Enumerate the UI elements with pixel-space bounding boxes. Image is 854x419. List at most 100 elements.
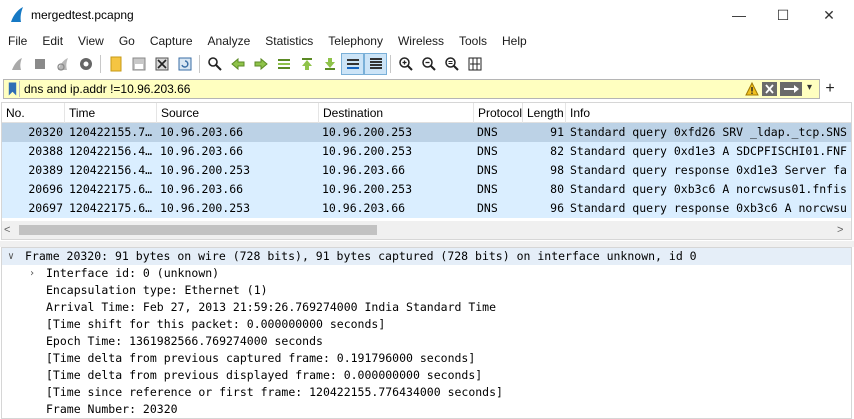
- tree-item[interactable]: Frame Number: 20320: [2, 401, 851, 418]
- open-file-icon: [110, 56, 121, 72]
- normal-size-button[interactable]: [440, 53, 463, 75]
- capture-options-button[interactable]: [74, 53, 97, 75]
- clear-filter-button[interactable]: [762, 82, 777, 96]
- toolbar-separator: [390, 55, 391, 73]
- column-header-time[interactable]: Time: [65, 103, 157, 123]
- column-header-source[interactable]: Source: [157, 103, 319, 123]
- reload-file-icon: [178, 57, 191, 71]
- find-packet-button[interactable]: [203, 53, 226, 75]
- go-to-packet-button[interactable]: [272, 53, 295, 75]
- horizontal-scrollbar[interactable]: < >: [2, 221, 851, 239]
- table-row[interactable]: 20388 120422156.4… 10.96.203.66 10.96.20…: [2, 142, 851, 161]
- filter-history-dropdown[interactable]: ▾: [807, 82, 812, 93]
- column-header-length[interactable]: Length: [523, 103, 566, 123]
- collapsed-arrow-icon[interactable]: ›: [29, 265, 41, 282]
- table-row[interactable]: 20697 120422175.6… 10.96.200.253 10.96.2…: [2, 199, 851, 218]
- tree-item[interactable]: Arrival Time: Feb 27, 2013 21:59:26.7692…: [2, 299, 851, 316]
- save-file-button[interactable]: [127, 53, 150, 75]
- tree-item[interactable]: › Interface id: 0 (unknown): [2, 265, 851, 282]
- arrow-right-icon: [784, 85, 799, 93]
- menu-wireless[interactable]: Wireless: [390, 31, 451, 51]
- menu-file[interactable]: File: [0, 31, 34, 51]
- menu-go[interactable]: Go: [111, 31, 142, 51]
- capture-options-icon: [79, 58, 92, 70]
- menu-tools[interactable]: Tools: [451, 31, 494, 51]
- packet-details-tree[interactable]: ∨ Frame 20320: 91 bytes on wire (728 bit…: [1, 247, 852, 419]
- display-filter-input[interactable]: dns and ip.addr !=10.96.203.66: [24, 82, 190, 96]
- add-filter-button[interactable]: +: [823, 79, 837, 99]
- table-row[interactable]: 20696 120422175.6… 10.96.203.66 10.96.20…: [2, 180, 851, 199]
- cell-time: 120422156.4…: [69, 163, 153, 177]
- go-first-icon: [301, 58, 312, 70]
- display-filter-bar[interactable]: dns and ip.addr !=10.96.203.66 ▾: [3, 79, 820, 99]
- go-last-button[interactable]: [318, 53, 341, 75]
- go-back-button[interactable]: [226, 53, 249, 75]
- menu-capture[interactable]: Capture: [142, 31, 200, 51]
- auto-scroll-button[interactable]: [341, 53, 364, 75]
- tree-item[interactable]: [Time shift for this packet: 0.000000000…: [2, 316, 851, 333]
- save-file-icon: [132, 57, 145, 71]
- menu-telephony[interactable]: Telephony: [320, 31, 390, 51]
- maximize-button[interactable]: ☐: [760, 0, 806, 30]
- title-bar: mergedtest.pcapng — ☐ ✕: [0, 0, 854, 31]
- menu-edit[interactable]: Edit: [34, 31, 70, 51]
- open-file-button[interactable]: [104, 53, 127, 75]
- tree-item-text: [Time delta from previous captured frame…: [46, 351, 476, 365]
- tree-item-text: Interface id: 0 (unknown): [46, 266, 220, 280]
- resize-columns-button[interactable]: [463, 53, 486, 75]
- scroll-left-icon[interactable]: <: [4, 224, 10, 236]
- cell-destination: 10.96.203.66: [322, 201, 406, 215]
- table-row[interactable]: 20389 120422156.4… 10.96.200.253 10.96.2…: [2, 161, 851, 180]
- go-last-icon: [324, 58, 335, 70]
- warning-icon: [745, 81, 759, 96]
- scrollbar-thumb[interactable]: [19, 225, 377, 235]
- restart-capture-button[interactable]: [51, 53, 74, 75]
- colorize-button[interactable]: [364, 53, 387, 75]
- tree-item[interactable]: [Time since reference or first frame: 12…: [2, 384, 851, 401]
- column-header-info[interactable]: Info: [566, 103, 851, 123]
- tree-item[interactable]: ∨ Frame 20320: 91 bytes on wire (728 bit…: [2, 248, 851, 265]
- packet-list[interactable]: No. Time Source Destination Protocol Len…: [1, 102, 852, 240]
- apply-filter-button[interactable]: [780, 82, 802, 96]
- tree-item[interactable]: [Time delta from previous captured frame…: [2, 350, 851, 367]
- minimize-button[interactable]: —: [716, 0, 762, 30]
- reload-file-button[interactable]: [173, 53, 196, 75]
- zoom-in-button[interactable]: [394, 53, 417, 75]
- cell-info: Standard query 0xfd26 SRV _ldap._tcp.SNS: [570, 125, 847, 139]
- cell-info: Standard query 0xb3c6 A norcwsus01.fnfis: [570, 182, 847, 196]
- main-toolbar: [0, 52, 854, 76]
- zoom-out-button[interactable]: [417, 53, 440, 75]
- normal-size-icon: [444, 57, 459, 71]
- cell-protocol: DNS: [477, 163, 498, 177]
- close-file-button[interactable]: [150, 53, 173, 75]
- tree-item[interactable]: Epoch Time: 1361982566.769274000 seconds: [2, 333, 851, 350]
- menu-analyze[interactable]: Analyze: [200, 31, 258, 51]
- cell-source: 10.96.200.253: [160, 163, 251, 177]
- stop-capture-button[interactable]: [28, 53, 51, 75]
- go-forward-button[interactable]: [249, 53, 272, 75]
- column-header-protocol[interactable]: Protocol: [474, 103, 523, 123]
- table-row[interactable]: 20320 120422155.7… 10.96.203.66 10.96.20…: [2, 123, 851, 142]
- cell-no: 20696: [28, 182, 63, 196]
- cell-length: 80: [550, 182, 564, 196]
- go-first-button[interactable]: [295, 53, 318, 75]
- colorize-icon: [369, 58, 382, 69]
- start-capture-button[interactable]: [5, 53, 28, 75]
- expand-arrow-icon[interactable]: ∨: [8, 248, 20, 265]
- scroll-right-icon[interactable]: >: [837, 224, 843, 236]
- close-icon: ✕: [823, 6, 835, 23]
- tree-item-text: [Time shift for this packet: 0.000000000…: [46, 317, 386, 331]
- menu-help[interactable]: Help: [494, 31, 534, 51]
- close-button[interactable]: ✕: [806, 0, 852, 30]
- stop-capture-icon: [34, 59, 45, 69]
- tree-item[interactable]: [Time delta from previous displayed fram…: [2, 367, 851, 384]
- menu-view[interactable]: View: [70, 31, 111, 51]
- tree-item[interactable]: Encapsulation type: Ethernet (1): [2, 282, 851, 299]
- menu-statistics[interactable]: Statistics: [257, 31, 320, 51]
- column-header-destination[interactable]: Destination: [319, 103, 474, 123]
- bookmark-icon[interactable]: [6, 81, 20, 97]
- packet-list-header: No. Time Source Destination Protocol Len…: [2, 103, 851, 123]
- tree-item-text: Frame Number: 20320: [46, 402, 178, 416]
- column-header-no[interactable]: No.: [2, 103, 65, 123]
- cell-source: 10.96.200.253: [160, 201, 251, 215]
